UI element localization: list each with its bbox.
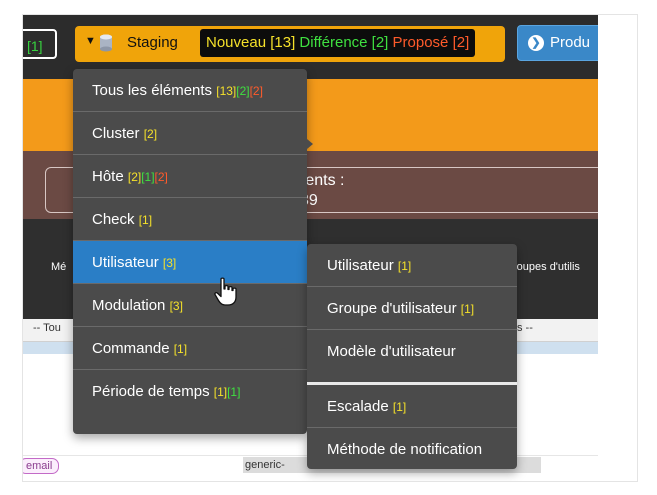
email-tag: email <box>23 458 60 474</box>
screenshot-frame: [1] ▼ Staging Nouveau [13] Différence [2… <box>22 14 638 482</box>
viewport: [1] ▼ Staging Nouveau [13] Différence [2… <box>23 15 598 481</box>
menu-item-check[interactable]: Check [1] <box>73 198 307 241</box>
difference-count: Différence [2] <box>299 34 389 51</box>
new-count: [3] <box>162 256 177 270</box>
menu-item-label: Check <box>92 211 135 228</box>
new-count: [2] <box>127 170 142 184</box>
caret-down-icon: ▼ <box>85 35 96 47</box>
staging-counts: Nouveau [13] Différence [2] Proposé [2] <box>200 29 476 57</box>
proposed-count: [2] <box>154 170 168 184</box>
staging-dropdown-button[interactable]: ▼ Staging Nouveau [13] Différence [2] Pr… <box>75 26 505 62</box>
menu-item-label: Cluster <box>92 125 140 142</box>
menu-item-label: Période de temps <box>92 383 210 400</box>
new-count: [1] <box>213 385 228 399</box>
filter-select-right[interactable]: s -- <box>517 322 533 334</box>
menu-item-label: Modulation <box>92 297 166 314</box>
production-label: Produ <box>550 34 591 51</box>
menu-item-all-elements[interactable]: Tous les éléments [13][2][2] <box>73 69 307 112</box>
new-count: [1] <box>397 259 412 273</box>
difference-count: [1] <box>227 385 241 399</box>
menu-item-label: Hôte <box>92 168 124 185</box>
menu-item-command[interactable]: Commande [1] <box>73 327 307 370</box>
submenu-item-label: Méthode de notification <box>327 441 483 458</box>
new-count: [1] <box>138 213 153 227</box>
menu-item-user[interactable]: Utilisateur [3] <box>73 241 307 284</box>
user-submenu: Utilisateur [1] Groupe d'utilisateur [1]… <box>307 244 517 469</box>
menu-item-label: Utilisateur <box>92 254 159 271</box>
column-header-left[interactable]: Mé <box>51 261 66 273</box>
new-count: [13] <box>216 84 237 98</box>
menu-item-label: Commande <box>92 340 170 357</box>
proposed-count: [2] <box>249 84 263 98</box>
submenu-item-escalation[interactable]: Escalade [1] <box>307 385 517 428</box>
submenu-item-notification-method[interactable]: Méthode de notification <box>307 428 517 471</box>
staging-label: Staging <box>127 34 178 51</box>
column-header-user-groups[interactable]: roupes d'utilis <box>513 261 580 273</box>
difference-count: [1] <box>141 170 155 184</box>
new-count: [1] <box>173 342 188 356</box>
menu-item-time-period[interactable]: Période de temps [1][1] <box>73 370 307 413</box>
menu-item-label: Tous les éléments <box>92 82 213 99</box>
submenu-item-label: Modèle d'utilisateur <box>327 343 456 360</box>
hand-pointer-icon <box>214 277 237 306</box>
new-count: [3] <box>169 299 183 313</box>
previous-environment-badge[interactable]: [1] <box>23 29 57 59</box>
submenu-item-user-group[interactable]: Groupe d'utilisateur [1] <box>307 287 517 330</box>
filter-select-left[interactable]: -- Tou <box>33 322 61 334</box>
new-count: [2] <box>143 127 158 141</box>
submenu-item-label: Utilisateur <box>327 257 394 274</box>
new-count: Nouveau [13] <box>206 34 296 51</box>
menu-item-modulation[interactable]: Modulation [3] <box>73 284 307 327</box>
submenu-item-label: Groupe d'utilisateur <box>327 300 457 317</box>
production-button[interactable]: ❯ Produ <box>517 25 598 61</box>
staging-dropdown-menu: Tous les éléments [13][2][2] Cluster [2]… <box>73 69 307 434</box>
submenu-item-user-template[interactable]: Modèle d'utilisateur <box>307 330 517 373</box>
submenu-item-label: Escalade <box>327 398 389 415</box>
submenu-item-user[interactable]: Utilisateur [1] <box>307 244 517 287</box>
menu-item-host[interactable]: Hôte [2][1][2] <box>73 155 307 198</box>
submenu-arrow-icon <box>307 139 313 149</box>
new-count: [1] <box>460 302 475 316</box>
circle-arrow-right-icon: ❯ <box>528 35 544 51</box>
new-count: [1] <box>392 400 407 414</box>
database-icon <box>100 34 112 52</box>
menu-item-cluster[interactable]: Cluster [2] <box>73 112 307 155</box>
proposed-count: Proposé [2] <box>392 34 470 51</box>
difference-count: [2] <box>236 84 250 98</box>
